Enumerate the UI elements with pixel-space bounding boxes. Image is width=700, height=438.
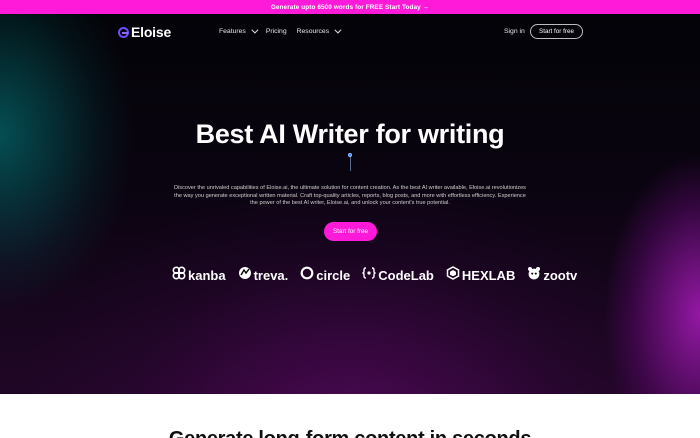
sign-in-link[interactable]: Sign in bbox=[504, 28, 525, 35]
brand-zootv: zootv bbox=[527, 266, 577, 285]
features-section: Generate long-form content in seconds bbox=[0, 394, 700, 438]
top-nav: Eloise Features Pricing Resources Sign i… bbox=[0, 14, 700, 52]
logo-text: Eloise bbox=[131, 24, 172, 40]
chevron-down-icon bbox=[334, 26, 342, 34]
hero-cta-label: Start for free bbox=[333, 228, 368, 235]
treva-icon bbox=[238, 266, 252, 285]
menu-item-label: Resources bbox=[296, 28, 330, 35]
main-menu: Features Pricing Resources bbox=[219, 26, 349, 35]
circle-icon bbox=[300, 266, 314, 285]
brand-codelab: CodeLab bbox=[362, 266, 434, 285]
text-cursor-icon bbox=[348, 153, 352, 171]
brand-logos: kanba treva. circle CodeLab HEXLAB zootv bbox=[172, 265, 577, 285]
codelab-icon bbox=[362, 266, 377, 285]
promo-text[interactable]: Generate upto 6500 words for FREE Start … bbox=[271, 4, 429, 11]
brand-name: circle bbox=[316, 267, 351, 283]
menu-item-resources[interactable]: Resources bbox=[296, 26, 342, 35]
brand-name: zootv bbox=[543, 267, 578, 283]
chevron-down-icon bbox=[251, 26, 259, 34]
promo-bar[interactable]: Generate upto 6500 words for FREE Start … bbox=[0, 0, 700, 14]
menu-item-pricing[interactable]: Pricing bbox=[266, 28, 287, 35]
start-for-free-label: Start for free bbox=[539, 28, 574, 35]
brand-circle: circle bbox=[300, 266, 350, 285]
menu-item-label: Features bbox=[219, 28, 246, 35]
kanba-icon bbox=[172, 266, 186, 285]
hero-cta-button[interactable]: Start for free bbox=[324, 222, 377, 241]
brand-name: HEXLAB bbox=[461, 267, 516, 283]
section-title: Generate long-form content in seconds bbox=[0, 428, 700, 438]
brand-treva: treva. bbox=[238, 266, 289, 285]
hero-section: Eloise Features Pricing Resources Sign i… bbox=[0, 14, 700, 394]
hexlab-icon bbox=[446, 265, 460, 285]
logo[interactable]: Eloise bbox=[118, 24, 171, 40]
hero-title: Best AI Writer for writing bbox=[195, 119, 505, 149]
brand-name: CodeLab bbox=[378, 267, 434, 283]
brand-name: kanba bbox=[188, 267, 226, 283]
brand-kanba: kanba bbox=[172, 266, 226, 285]
logo-icon bbox=[118, 26, 129, 38]
start-for-free-button[interactable]: Start for free bbox=[530, 24, 583, 39]
zootv-icon bbox=[527, 266, 541, 285]
brand-hexlab: HEXLAB bbox=[446, 265, 516, 285]
menu-item-label: Pricing bbox=[265, 28, 287, 35]
menu-item-features[interactable]: Features bbox=[219, 26, 259, 35]
hero-description: Discover the unrivaled capabilities of E… bbox=[174, 185, 526, 207]
brand-name: treva. bbox=[253, 267, 289, 283]
